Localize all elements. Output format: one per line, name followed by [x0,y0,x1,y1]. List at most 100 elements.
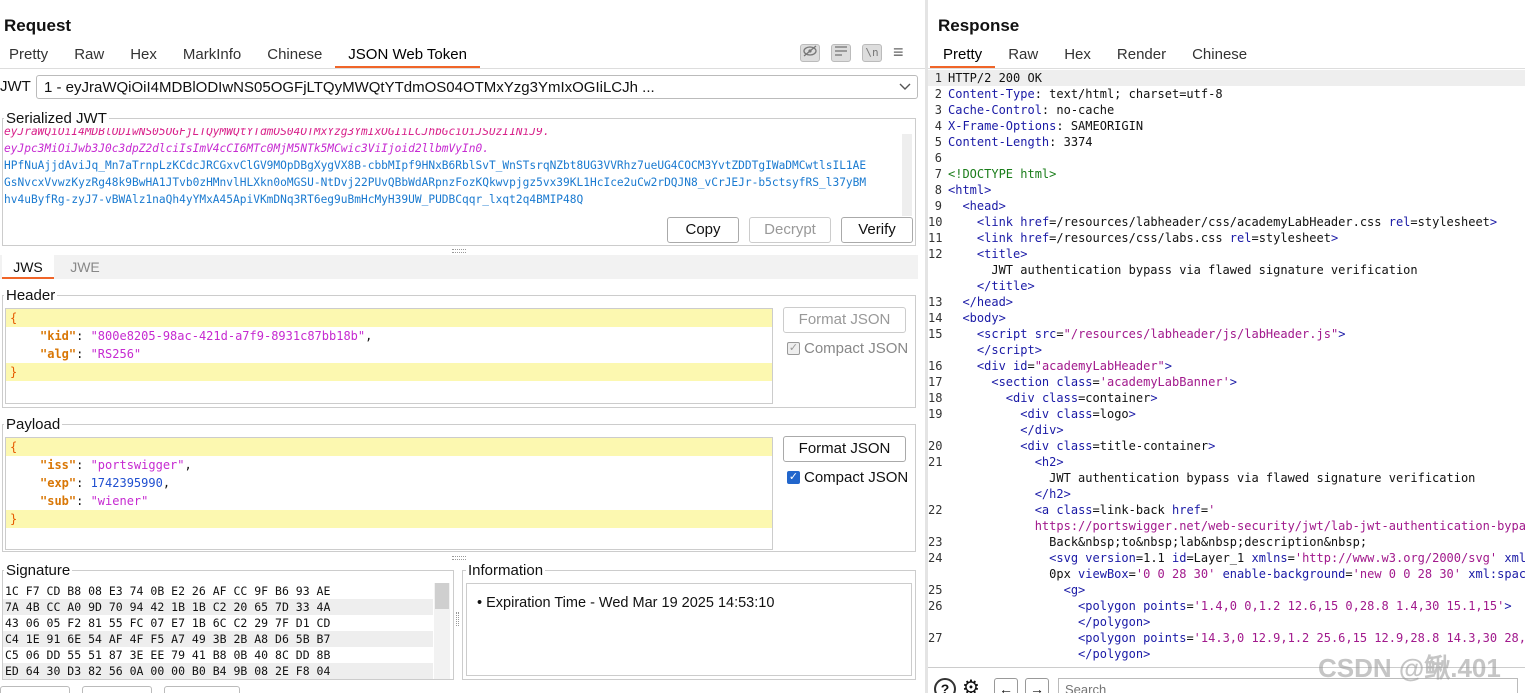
signature-hex-view[interactable]: 1C F7 CD B8 08 E3 74 0B E2 26 AF CC 9F B… [3,583,433,679]
information-item: • Expiration Time - Wed Mar 19 2025 14:5… [477,595,775,611]
exp-key: "exp" [40,476,77,490]
bottom-button[interactable] [0,686,70,693]
hex-row: 1C F7 CD B8 08 E3 74 0B E2 26 AF CC 9F B… [5,584,331,598]
tab-pretty[interactable]: Pretty [0,42,61,68]
bottom-button[interactable] [164,686,240,693]
alg-value: "RS256" [90,347,142,361]
decrypt-button[interactable]: Decrypt [749,217,831,243]
divider [928,68,1525,69]
serialized-scrollbar[interactable] [902,134,912,216]
open-brace: { [10,311,18,325]
tab-chinese[interactable]: Chinese [1179,42,1260,68]
tab-chinese[interactable]: Chinese [254,42,335,68]
http-status-line: HTTP/2 200 OK [948,71,1042,85]
header-name: X-Frame-Options [948,119,1057,133]
header-compact-checkbox[interactable]: ✓ [787,342,800,355]
menu-icon[interactable]: ≡ [893,42,904,63]
payload-compact-label: Compact JSON [804,469,909,486]
hex-row: ED 64 30 D3 82 56 0A 00 00 B0 B4 9B 08 2… [3,663,433,679]
jwt-signature-segment-3: hv4uByfRg-zyJ7-vBWAlz1naQh4yYMxA45ApiVKm… [4,193,584,206]
bottom-button[interactable] [82,686,152,693]
close-brace: } [10,365,18,379]
jwt-header-segment: eyJraWQiOiI4MDBlODIwNS05OGFjLTQyMWQtYTdm… [4,128,550,138]
alg-key: "alg" [40,347,77,361]
sub-key: "sub" [40,494,77,508]
watermark: CSDN @鳅.401 [1318,653,1501,683]
information-list: • Expiration Time - Wed Mar 19 2025 14:5… [466,583,912,676]
serialized-jwt-label: Serialized JWT [4,110,109,127]
signature-label: Signature [4,562,73,579]
jwt-payload-segment: eyJpc3MiOiJwb3J0c3dpZ2dlciIsImV4cCI6MTc0… [4,142,489,155]
header-name: Content-Type [948,87,1035,101]
signature-scrollbar[interactable] [434,583,450,679]
header-value: 3374 [1056,135,1093,149]
page-title-text: JWT authentication bypass via flawed sig… [991,263,1418,277]
back-text: Back&nbsp;to&nbsp;lab&nbsp;description&n… [1049,535,1368,549]
eye-off-icon[interactable] [800,44,820,62]
exp-value: 1742395990 [90,476,163,490]
request-tabs: Pretty Raw Hex MarkInfo Chinese JSON Web… [0,42,480,68]
open-brace: { [10,440,18,454]
information-label: Information [466,562,546,579]
help-icon[interactable]: ? [934,678,956,693]
payload-format-json-button[interactable]: Format JSON [783,436,906,462]
serialized-jwt-text[interactable]: eyJraWQiOiI4MDBlODIwNS05OGFjLTQyMWQtYTdm… [4,128,900,214]
tab-pretty[interactable]: Pretty [930,42,996,68]
jwt-signature-segment-1: HPfNuAjjdAviJq_Mn7aTrnpLzKCdcJRCGxvClGV9… [4,159,867,172]
response-code-view[interactable]: 1 HTTP/2 200 OK 2 Content-Type: text/html;… [928,70,1525,662]
payload-compact-checkbox[interactable]: ✓ [787,471,800,484]
back-arrow-icon[interactable]: ← [994,678,1018,693]
tab-hex[interactable]: Hex [117,42,170,68]
tab-raw[interactable]: Raw [61,42,117,68]
response-panel: Response Pretty Raw Hex Render Chinese 1… [928,0,1525,693]
request-title: Request [4,16,72,35]
splitter-handle[interactable] [452,556,466,560]
vertical-splitter-handle[interactable] [456,612,459,626]
divider [0,68,925,69]
jwt-select-value: 1 - eyJraWQiOiI4MDBlODIwNS05OGFjLTQyMWQt… [44,79,655,96]
wrap-icon[interactable] [831,44,851,62]
header-label: Header [4,287,58,304]
splitter-handle[interactable] [452,249,466,253]
header-value: no-cache [1049,103,1115,117]
lab-link-url: https://portswigger.net/web-security/jwt… [1034,519,1525,533]
payload-json-editor[interactable]: { "iss": "portswigger", "exp": 174239599… [5,437,773,550]
tab-jwe[interactable]: JWE [60,255,110,279]
hex-row: C4 1E 91 6E 54 AF 4F F5 A7 49 3B 2B A8 D… [3,631,433,647]
copy-button[interactable]: Copy [667,217,739,243]
tab-jws[interactable]: JWS [2,255,54,279]
header-value: SAMEORIGIN [1063,119,1144,133]
header-format-json-button[interactable]: Format JSON [783,307,906,333]
tab-hex[interactable]: Hex [1051,42,1104,68]
tab-json-web-token[interactable]: JSON Web Token [335,42,480,68]
payload-label: Payload [4,416,63,433]
kid-value: "800e8205-98ac-421d-a7f9-8931c87bb18b" [90,329,366,343]
subtab-bar [0,255,918,279]
header-compact-label: Compact JSON [804,340,909,357]
doctype: <!DOCTYPE html> [948,167,1057,181]
response-title: Response [938,16,1020,35]
tab-markinfo[interactable]: MarkInfo [170,42,254,68]
sub-value: "wiener" [90,494,149,508]
forward-arrow-icon[interactable]: → [1025,678,1049,693]
header-value: text/html; charset=utf-8 [1041,87,1223,101]
iss-key: "iss" [40,458,77,472]
tab-raw[interactable]: Raw [995,42,1051,68]
header-json-editor[interactable]: { "kid": "800e8205-98ac-421d-a7f9-8931c8… [5,308,773,404]
request-panel: Request Pretty Raw Hex MarkInfo Chinese … [0,0,925,693]
jwt-label: JWT [0,78,31,95]
expiration-time-text: Expiration Time - Wed Mar 19 2025 14:53:… [486,595,775,611]
kid-key: "kid" [40,329,77,343]
verify-button[interactable]: Verify [841,217,913,243]
tab-render[interactable]: Render [1104,42,1179,68]
close-brace: } [10,512,18,526]
hex-row: 7A 4B CC A0 9D 70 94 42 1B 1B C2 20 65 7… [3,599,433,615]
iss-value: "portswigger" [90,458,185,472]
header-name: Content-Length [948,135,1050,149]
gear-icon[interactable]: ⚙ [962,678,986,693]
jwt-select[interactable]: 1 - eyJraWQiOiI4MDBlODIwNS05OGFjLTQyMWQt… [36,75,918,99]
response-tabs: Pretty Raw Hex Render Chinese [930,42,1260,68]
hex-row: 43 06 05 F2 81 55 FC 07 E7 1B 6C C2 29 7… [5,616,331,630]
jwt-signature-segment-2: GsNvcxVvwzKyzRg48k9BwHA1JTvb0zHMnvlHLXkn… [4,176,867,189]
newline-icon[interactable]: \n [862,44,882,62]
